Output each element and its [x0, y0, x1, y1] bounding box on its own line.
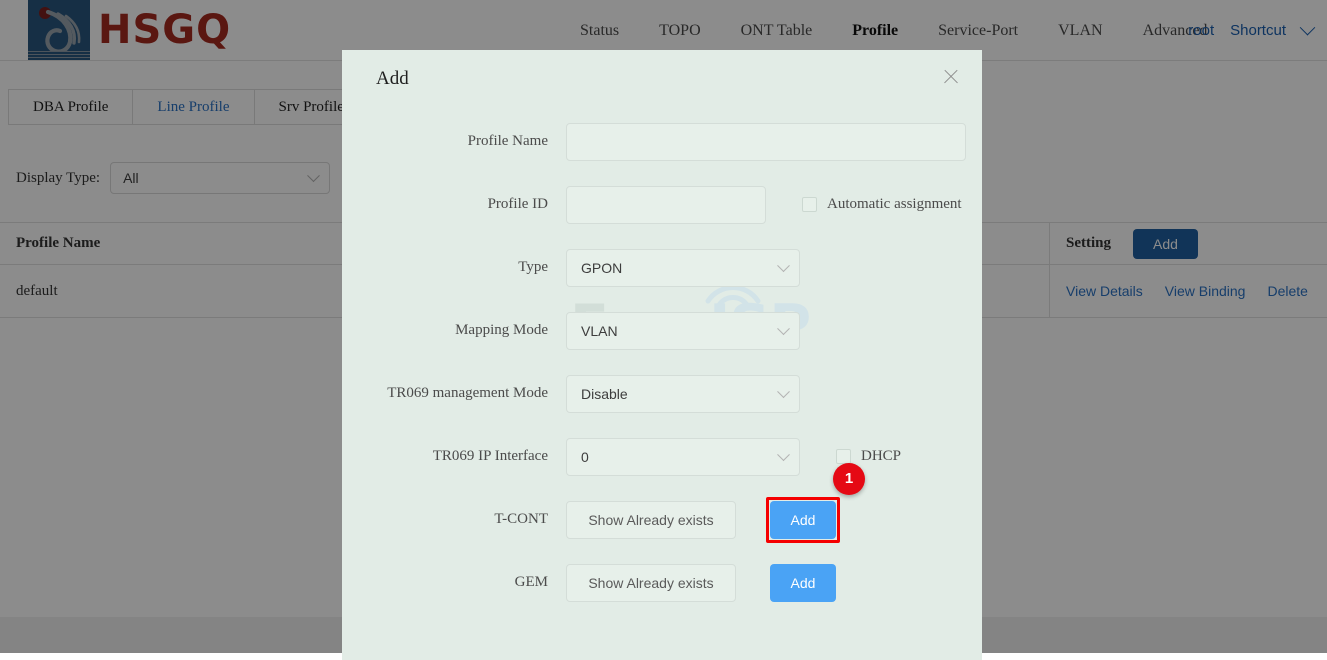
tr069-management-mode-label: TR069 management Mode	[342, 385, 566, 402]
profile-name-input[interactable]	[566, 123, 966, 161]
tr069-management-mode-select[interactable]: Disable	[566, 375, 800, 413]
chevron-down-icon	[777, 259, 790, 272]
form-row-mapping-mode: Mapping Mode VLAN	[342, 299, 982, 362]
form-row-profile-id: Profile ID Automatic assignment	[342, 173, 982, 236]
gem-add-button[interactable]: Add	[770, 564, 836, 602]
profile-id-input[interactable]	[566, 186, 766, 224]
dialog-title: Add	[376, 68, 409, 90]
tr069-ip-interface-value: 0	[581, 449, 589, 465]
step-badge-1: 1	[833, 463, 865, 495]
profile-id-label: Profile ID	[342, 196, 566, 213]
type-label: Type	[342, 259, 566, 276]
add-profile-form: Profile Name Profile ID Automatic assign…	[342, 106, 982, 614]
add-line-profile-dialog: Add ForoISP Profile Name Profile ID Auto…	[342, 50, 982, 660]
form-row-tcont: T-CONT Show Already exists Add 1	[342, 488, 982, 551]
chevron-down-icon	[777, 385, 790, 398]
mapping-mode-select[interactable]: VLAN	[566, 312, 800, 350]
form-row-gem: GEM Show Already exists Add	[342, 551, 982, 614]
mapping-mode-value: VLAN	[581, 323, 618, 339]
chevron-down-icon	[777, 448, 790, 461]
tr069-management-mode-value: Disable	[581, 386, 628, 402]
chevron-down-icon	[777, 322, 790, 335]
tr069-ip-interface-label: TR069 IP Interface	[342, 448, 566, 465]
tr069-ip-interface-select[interactable]: 0	[566, 438, 800, 476]
type-value: GPON	[581, 260, 622, 276]
profile-name-label: Profile Name	[342, 133, 566, 150]
automatic-assignment-label: Automatic assignment	[827, 196, 962, 213]
tcont-add-highlight-wrap: Add 1	[770, 501, 836, 539]
form-row-tr069-management-mode: TR069 management Mode Disable	[342, 362, 982, 425]
tcont-label: T-CONT	[342, 511, 566, 528]
tcont-add-button[interactable]: Add	[770, 501, 836, 539]
dhcp-label: DHCP	[861, 448, 901, 465]
form-row-profile-name: Profile Name	[342, 110, 982, 173]
close-icon[interactable]	[942, 68, 960, 86]
automatic-assignment-checkbox[interactable]	[802, 197, 817, 212]
mapping-mode-label: Mapping Mode	[342, 322, 566, 339]
automatic-assignment-group: Automatic assignment	[802, 196, 962, 213]
type-select[interactable]: GPON	[566, 249, 800, 287]
dhcp-checkbox[interactable]	[836, 449, 851, 464]
gem-show-existing-button[interactable]: Show Already exists	[566, 564, 736, 602]
form-row-tr069-ip-interface: TR069 IP Interface 0 DHCP	[342, 425, 982, 488]
gem-label: GEM	[342, 574, 566, 591]
tcont-show-existing-button[interactable]: Show Already exists	[566, 501, 736, 539]
form-row-type: Type GPON	[342, 236, 982, 299]
dialog-header: Add	[342, 50, 982, 106]
